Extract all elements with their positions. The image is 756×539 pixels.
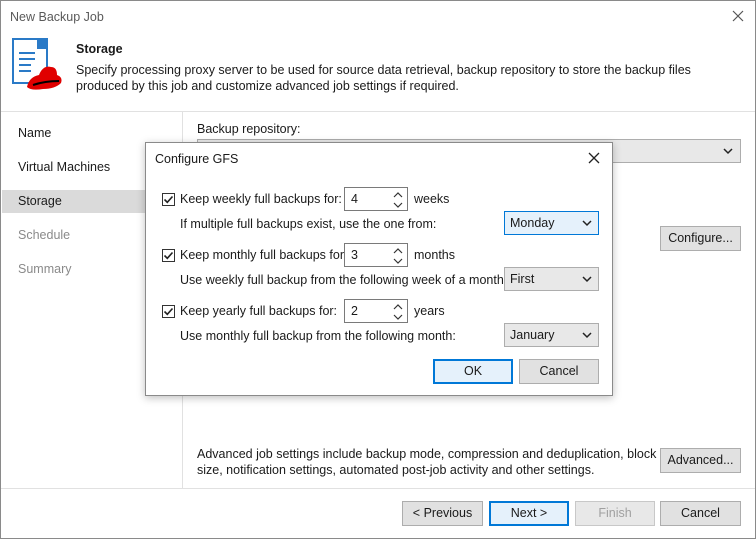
weekly-count-value: 4 xyxy=(351,192,358,206)
weekly-checkbox[interactable] xyxy=(162,193,175,206)
monthly-sub-label: Use weekly full backup from the followin… xyxy=(180,273,508,287)
yearly-unit: years xyxy=(414,304,445,318)
monthly-unit: months xyxy=(414,248,455,262)
yearly-count-value: 2 xyxy=(351,304,358,318)
dialog-title: Configure GFS xyxy=(155,152,239,166)
chevron-down-icon[interactable] xyxy=(393,257,403,265)
checkmark-icon xyxy=(163,251,174,260)
monthly-checkbox[interactable] xyxy=(162,249,175,262)
close-icon[interactable] xyxy=(729,7,747,25)
configure-gfs-dialog: Configure GFS Keep weekly full backups f… xyxy=(145,142,613,396)
chevron-down-icon xyxy=(582,276,592,283)
chevron-down-icon xyxy=(723,148,733,155)
chevron-up-icon[interactable] xyxy=(393,303,403,311)
wizard-header: Storage Specify processing proxy server … xyxy=(1,33,755,111)
checkmark-icon xyxy=(163,195,174,204)
chevron-down-icon[interactable] xyxy=(393,201,403,209)
weekly-day-select[interactable]: Monday xyxy=(504,211,599,235)
next-button[interactable]: Next > xyxy=(489,501,569,526)
footer-divider xyxy=(1,488,755,489)
previous-button[interactable]: < Previous xyxy=(402,501,483,526)
yearly-month-select[interactable]: January xyxy=(504,323,599,347)
dialog-ok-button[interactable]: OK xyxy=(433,359,513,384)
chevron-up-icon[interactable] xyxy=(393,191,403,199)
monthly-count-value: 3 xyxy=(351,248,358,262)
yearly-count-stepper[interactable]: 2 xyxy=(344,299,408,323)
weekly-day-value: Monday xyxy=(510,216,555,230)
chevron-down-icon[interactable] xyxy=(393,313,403,321)
finish-button: Finish xyxy=(575,501,655,526)
page-description: Specify processing proxy server to be us… xyxy=(76,63,691,93)
weekly-unit: weeks xyxy=(414,192,450,206)
weekly-label: Keep weekly full backups for: xyxy=(180,192,342,206)
monthly-count-stepper[interactable]: 3 xyxy=(344,243,408,267)
weekly-count-stepper[interactable]: 4 xyxy=(344,187,408,211)
monthly-label: Keep monthly full backups for: xyxy=(180,248,348,262)
weekly-sub-label: If multiple full backups exist, use the … xyxy=(180,217,437,231)
yearly-checkbox[interactable] xyxy=(162,305,175,318)
yearly-label: Keep yearly full backups for: xyxy=(180,304,338,318)
monthly-week-value: First xyxy=(510,272,535,286)
dialog-cancel-button[interactable]: Cancel xyxy=(519,359,599,384)
page-title: Storage xyxy=(76,42,123,56)
monthly-week-select[interactable]: First xyxy=(504,267,599,291)
checkmark-icon xyxy=(163,307,174,316)
gfs-settings-group: Keep weekly full backups for: 4 weeks If… xyxy=(154,175,604,350)
chevron-up-icon[interactable] xyxy=(393,247,403,255)
window-title: New Backup Job xyxy=(10,10,104,24)
cancel-button[interactable]: Cancel xyxy=(660,501,741,526)
backup-repository-label: Backup repository: xyxy=(197,122,301,136)
chevron-down-icon xyxy=(582,332,592,339)
backup-job-logo-icon xyxy=(12,38,62,90)
chevron-down-icon xyxy=(582,220,592,227)
dialog-close-icon[interactable] xyxy=(586,150,602,166)
configure-button[interactable]: Configure... xyxy=(660,226,741,251)
title-bar: New Backup Job xyxy=(1,1,755,33)
advanced-button[interactable]: Advanced... xyxy=(660,448,741,473)
yearly-sub-label: Use monthly full backup from the followi… xyxy=(180,329,456,343)
advanced-settings-description: Advanced job settings include backup mod… xyxy=(197,447,657,477)
yearly-month-value: January xyxy=(510,328,555,342)
